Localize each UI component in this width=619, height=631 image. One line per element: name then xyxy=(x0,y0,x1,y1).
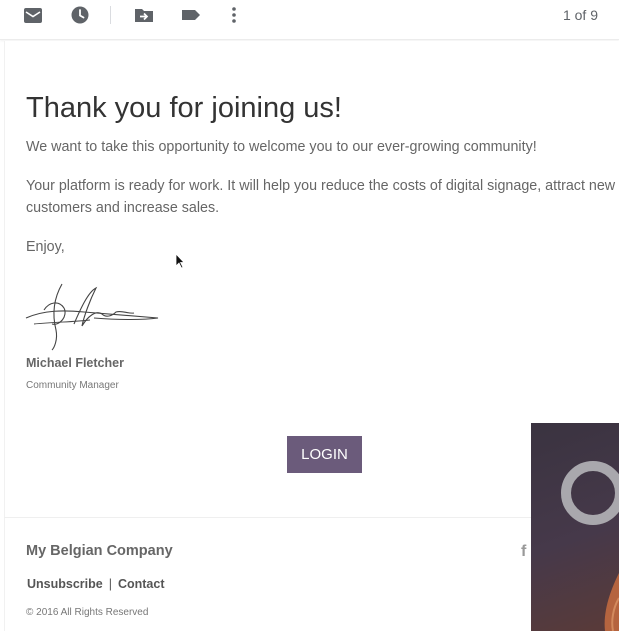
unsubscribe-link[interactable]: Unsubscribe xyxy=(27,577,103,591)
email-toolbar: 1 of 9 xyxy=(0,0,619,40)
snooze-icon[interactable] xyxy=(70,5,90,25)
link-separator: | xyxy=(108,577,112,591)
label-icon[interactable] xyxy=(181,5,201,25)
sender-name: Michael Fletcher xyxy=(26,356,124,370)
closing-text: Enjoy, xyxy=(26,239,65,255)
company-name: My Belgian Company xyxy=(26,543,173,559)
mouse-pointer-icon xyxy=(175,252,185,269)
pagination-count: 1 of 9 xyxy=(562,7,598,23)
login-button[interactable]: LOGIN xyxy=(287,436,362,473)
email-border xyxy=(4,41,5,631)
platform-paragraph: Your platform is ready for work. It will… xyxy=(26,178,616,216)
welcome-paragraph: We want to take this opportunity to welc… xyxy=(26,139,537,155)
facebook-icon[interactable]: f xyxy=(521,543,526,561)
video-overlay-graphic xyxy=(561,461,619,631)
footer-links: Unsubscribe | Contact xyxy=(27,577,165,591)
video-call-overlay[interactable] xyxy=(531,423,619,631)
footer-divider xyxy=(4,517,619,518)
copyright-text: © 2016 All Rights Reserved xyxy=(26,607,149,618)
handwritten-signature xyxy=(24,280,160,352)
contact-link[interactable]: Contact xyxy=(118,577,165,591)
sender-role: Community Manager xyxy=(26,380,119,391)
mark-unread-icon[interactable] xyxy=(23,5,43,25)
email-title: Thank you for joining us! xyxy=(26,92,342,124)
toolbar-divider xyxy=(110,6,111,24)
move-to-icon[interactable] xyxy=(134,5,154,25)
more-options-icon[interactable] xyxy=(224,5,244,25)
